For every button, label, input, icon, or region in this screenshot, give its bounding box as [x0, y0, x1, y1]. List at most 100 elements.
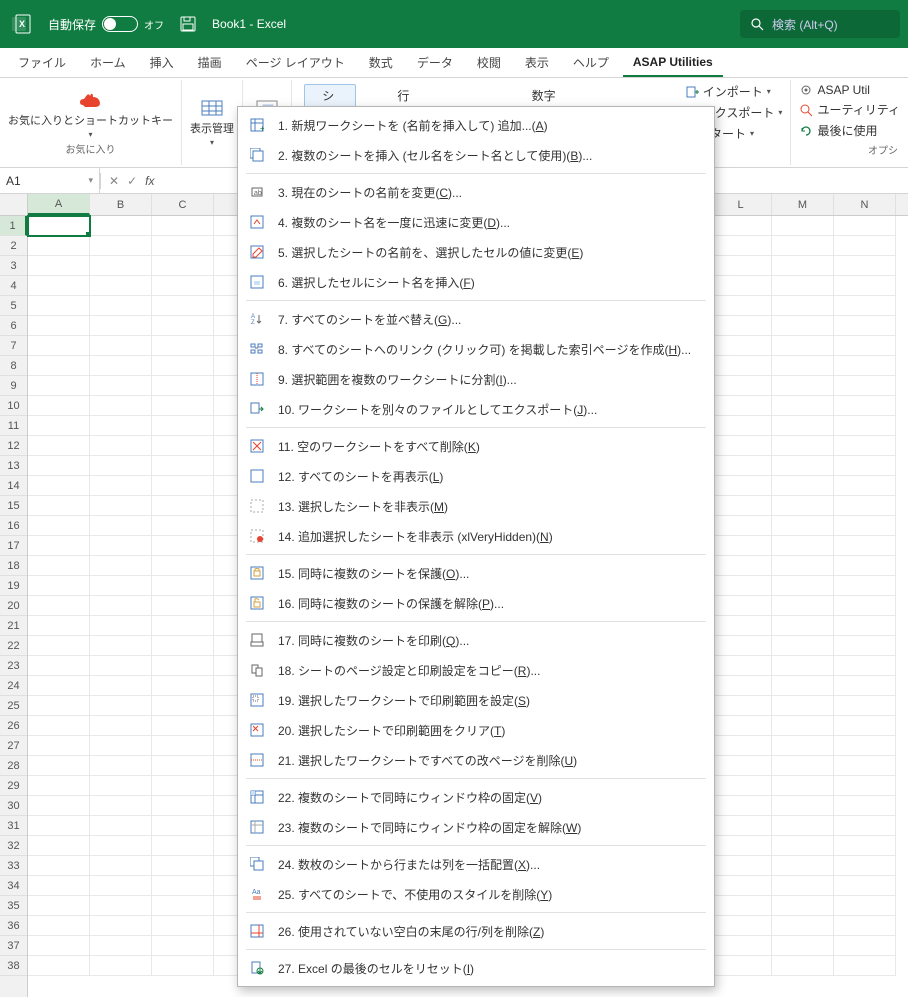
cell[interactable] [28, 796, 90, 816]
cell[interactable] [152, 676, 214, 696]
cell[interactable] [772, 776, 834, 796]
row-header[interactable]: 22 [0, 636, 27, 656]
cell[interactable] [772, 876, 834, 896]
row-header[interactable]: 26 [0, 716, 27, 736]
cell[interactable] [90, 816, 152, 836]
cell[interactable] [28, 356, 90, 376]
favorites-button[interactable]: お気に入りとショートカットキー ▾ [8, 89, 173, 140]
cell[interactable] [772, 556, 834, 576]
cell[interactable] [710, 936, 772, 956]
cell[interactable] [834, 316, 896, 336]
row-header[interactable]: 2 [0, 236, 27, 256]
menu-item-19[interactable]: 19. 選択したワークシートで印刷範囲を設定(S) [238, 685, 714, 715]
cell[interactable] [90, 876, 152, 896]
cell[interactable] [710, 636, 772, 656]
cell[interactable] [710, 256, 772, 276]
cell[interactable] [710, 856, 772, 876]
col-header[interactable]: M [772, 194, 834, 215]
cell[interactable] [90, 496, 152, 516]
cell[interactable] [834, 676, 896, 696]
cell[interactable] [772, 916, 834, 936]
cell[interactable] [28, 516, 90, 536]
row-header[interactable]: 7 [0, 336, 27, 356]
cell[interactable] [772, 396, 834, 416]
menu-item-15[interactable]: 15. 同時に複数のシートを保護(O)... [238, 558, 714, 588]
col-header[interactable]: A [28, 194, 90, 215]
row-header[interactable]: 34 [0, 876, 27, 896]
row-header[interactable]: 30 [0, 796, 27, 816]
row-header[interactable]: 21 [0, 616, 27, 636]
cell[interactable] [28, 736, 90, 756]
cell[interactable] [90, 936, 152, 956]
cell[interactable] [834, 576, 896, 596]
cell[interactable] [834, 336, 896, 356]
cell[interactable] [772, 816, 834, 836]
row-header[interactable]: 32 [0, 836, 27, 856]
col-header[interactable]: C [152, 194, 214, 215]
cell[interactable] [28, 596, 90, 616]
cell[interactable] [152, 796, 214, 816]
cell[interactable] [834, 636, 896, 656]
menu-item-17[interactable]: 17. 同時に複数のシートを印刷(Q)... [238, 625, 714, 655]
menu-item-7[interactable]: AZ7. すべてのシートを並べ替え(G)... [238, 304, 714, 334]
cell[interactable] [28, 696, 90, 716]
cell[interactable] [710, 736, 772, 756]
toggle-switch[interactable] [102, 16, 138, 32]
cell[interactable] [152, 816, 214, 836]
cell[interactable] [834, 956, 896, 976]
cell[interactable] [152, 216, 214, 236]
cell[interactable] [772, 696, 834, 716]
menu-item-25[interactable]: Aa25. すべてのシートで、不使用のスタイルを削除(Y) [238, 879, 714, 909]
cancel-icon[interactable]: ✕ [109, 174, 119, 188]
cell[interactable] [772, 936, 834, 956]
tab-ヘルプ[interactable]: ヘルプ [563, 48, 619, 77]
menu-item-26[interactable]: 26. 使用されていない空白の末尾の行/列を削除(Z) [238, 916, 714, 946]
cell[interactable] [28, 556, 90, 576]
cell[interactable] [710, 956, 772, 976]
cell[interactable] [834, 436, 896, 456]
cell[interactable] [152, 236, 214, 256]
cell[interactable] [710, 496, 772, 516]
cell[interactable] [772, 296, 834, 316]
cell[interactable] [152, 276, 214, 296]
cell[interactable] [28, 436, 90, 456]
cell[interactable] [772, 496, 834, 516]
row-header[interactable]: 19 [0, 576, 27, 596]
menu-item-14[interactable]: 14. 追加選択したシートを非表示 (xlVeryHidden)(N) [238, 521, 714, 551]
tab-校閲[interactable]: 校閲 [467, 48, 511, 77]
cell[interactable] [28, 776, 90, 796]
cell[interactable] [834, 776, 896, 796]
row-header[interactable]: 37 [0, 936, 27, 956]
cell[interactable] [28, 636, 90, 656]
cell[interactable] [834, 216, 896, 236]
cell[interactable] [710, 616, 772, 636]
search-box[interactable]: 検索 (Alt+Q) [740, 10, 900, 38]
row-header[interactable]: 14 [0, 476, 27, 496]
cell[interactable] [772, 756, 834, 776]
tab-データ[interactable]: データ [407, 48, 463, 77]
cell[interactable] [152, 936, 214, 956]
fx-icon[interactable]: fx [145, 174, 154, 188]
cell[interactable] [834, 416, 896, 436]
col-header[interactable]: N [834, 194, 896, 215]
row-header[interactable]: 12 [0, 436, 27, 456]
cell[interactable] [710, 876, 772, 896]
cell[interactable] [772, 956, 834, 976]
cell[interactable] [834, 856, 896, 876]
cell[interactable] [152, 576, 214, 596]
cell[interactable] [152, 496, 214, 516]
cell[interactable] [710, 896, 772, 916]
cell[interactable] [152, 636, 214, 656]
cell[interactable] [28, 256, 90, 276]
cell[interactable] [710, 716, 772, 736]
cell[interactable] [90, 436, 152, 456]
cell[interactable] [834, 936, 896, 956]
cell[interactable] [28, 216, 90, 236]
cell[interactable] [710, 396, 772, 416]
cell[interactable] [710, 796, 772, 816]
cell[interactable] [152, 736, 214, 756]
cell[interactable] [28, 416, 90, 436]
cell[interactable] [152, 716, 214, 736]
cell[interactable] [90, 236, 152, 256]
cell[interactable] [28, 756, 90, 776]
